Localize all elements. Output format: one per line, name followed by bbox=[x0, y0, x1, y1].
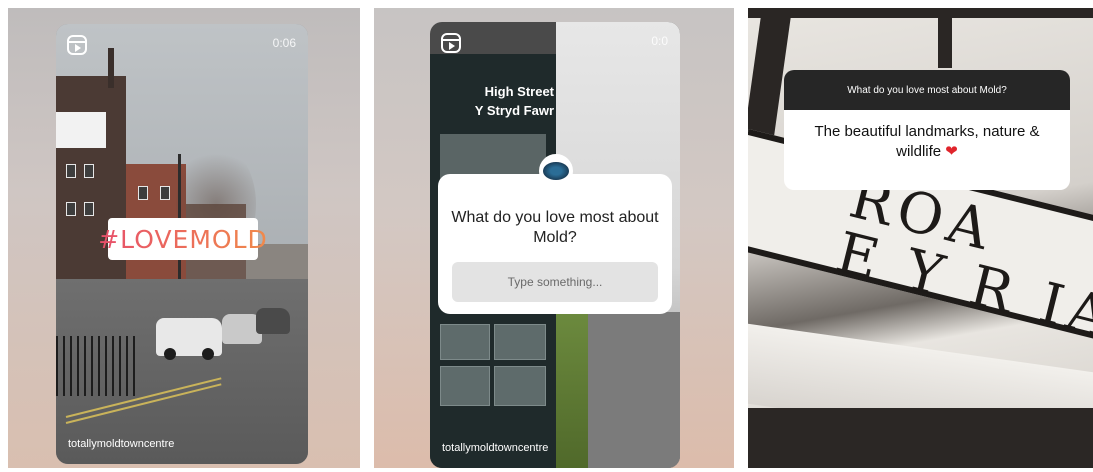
answer-text: The beautiful landmarks, nature & wildli… bbox=[784, 110, 1070, 174]
sign-photo bbox=[494, 366, 546, 406]
timber-beam bbox=[938, 8, 952, 68]
sign-photo bbox=[440, 366, 490, 406]
sign-title: High Street Y Stryd Fawr bbox=[444, 82, 554, 120]
building-left-gable bbox=[56, 112, 106, 148]
car-wheel bbox=[164, 348, 176, 360]
question-sticker[interactable]: What do you love most about Mold? Type s… bbox=[438, 154, 672, 314]
window bbox=[66, 202, 76, 216]
window bbox=[84, 202, 94, 216]
video-time: 0:06 bbox=[272, 36, 296, 50]
sign-photo bbox=[440, 324, 490, 360]
story-frame-street[interactable]: 0:06 #LOVEMOLD totallymoldtowncentre bbox=[56, 24, 308, 464]
answer-body: The beautiful landmarks, nature & wildli… bbox=[814, 123, 1040, 160]
window bbox=[84, 164, 94, 178]
answer-question: What do you love most about Mold? bbox=[784, 70, 1070, 110]
window bbox=[66, 164, 76, 178]
hashtag-sticker[interactable]: #LOVEMOLD bbox=[98, 218, 267, 260]
account-name[interactable]: totallymoldtowncentre bbox=[442, 442, 548, 454]
car-wheel bbox=[202, 348, 214, 360]
parked-car bbox=[256, 308, 290, 334]
pavement bbox=[588, 312, 680, 468]
story-panel-3: ROA E Y R IA What do you love most about… bbox=[748, 8, 1093, 468]
sign-title-english: High Street bbox=[484, 84, 554, 99]
reels-icon[interactable] bbox=[441, 33, 461, 53]
answer-input[interactable]: Type something... bbox=[452, 262, 658, 302]
answer-sticker[interactable]: What do you love most about Mold? The be… bbox=[784, 70, 1070, 190]
reels-icon[interactable] bbox=[67, 35, 87, 55]
story-frame-question[interactable]: High Street Y Stryd Fawr 0:0 What do you… bbox=[430, 22, 680, 468]
story-panel-1: 0:06 #LOVEMOLD totallymoldtowncentre bbox=[8, 8, 360, 468]
question-text: What do you love most about Mold? bbox=[451, 209, 659, 246]
story-panel-2: High Street Y Stryd Fawr 0:0 What do you… bbox=[374, 8, 734, 468]
hashtag-text: #LOVEMOLD bbox=[98, 224, 268, 254]
sign-title-welsh: Y Stryd Fawr bbox=[474, 103, 554, 118]
window bbox=[138, 186, 148, 200]
profile-avatar bbox=[539, 154, 573, 188]
grass-verge bbox=[556, 312, 592, 468]
video-time: 0:0 bbox=[651, 34, 668, 48]
timber-beam bbox=[748, 8, 1093, 18]
heart-icon: ❤ bbox=[945, 143, 958, 160]
ledge-shadow bbox=[748, 408, 1093, 468]
account-name[interactable]: totallymoldtowncentre bbox=[68, 438, 174, 450]
church-spire bbox=[108, 48, 114, 88]
window bbox=[160, 186, 170, 200]
railings bbox=[56, 336, 140, 396]
sign-photo bbox=[494, 324, 546, 360]
